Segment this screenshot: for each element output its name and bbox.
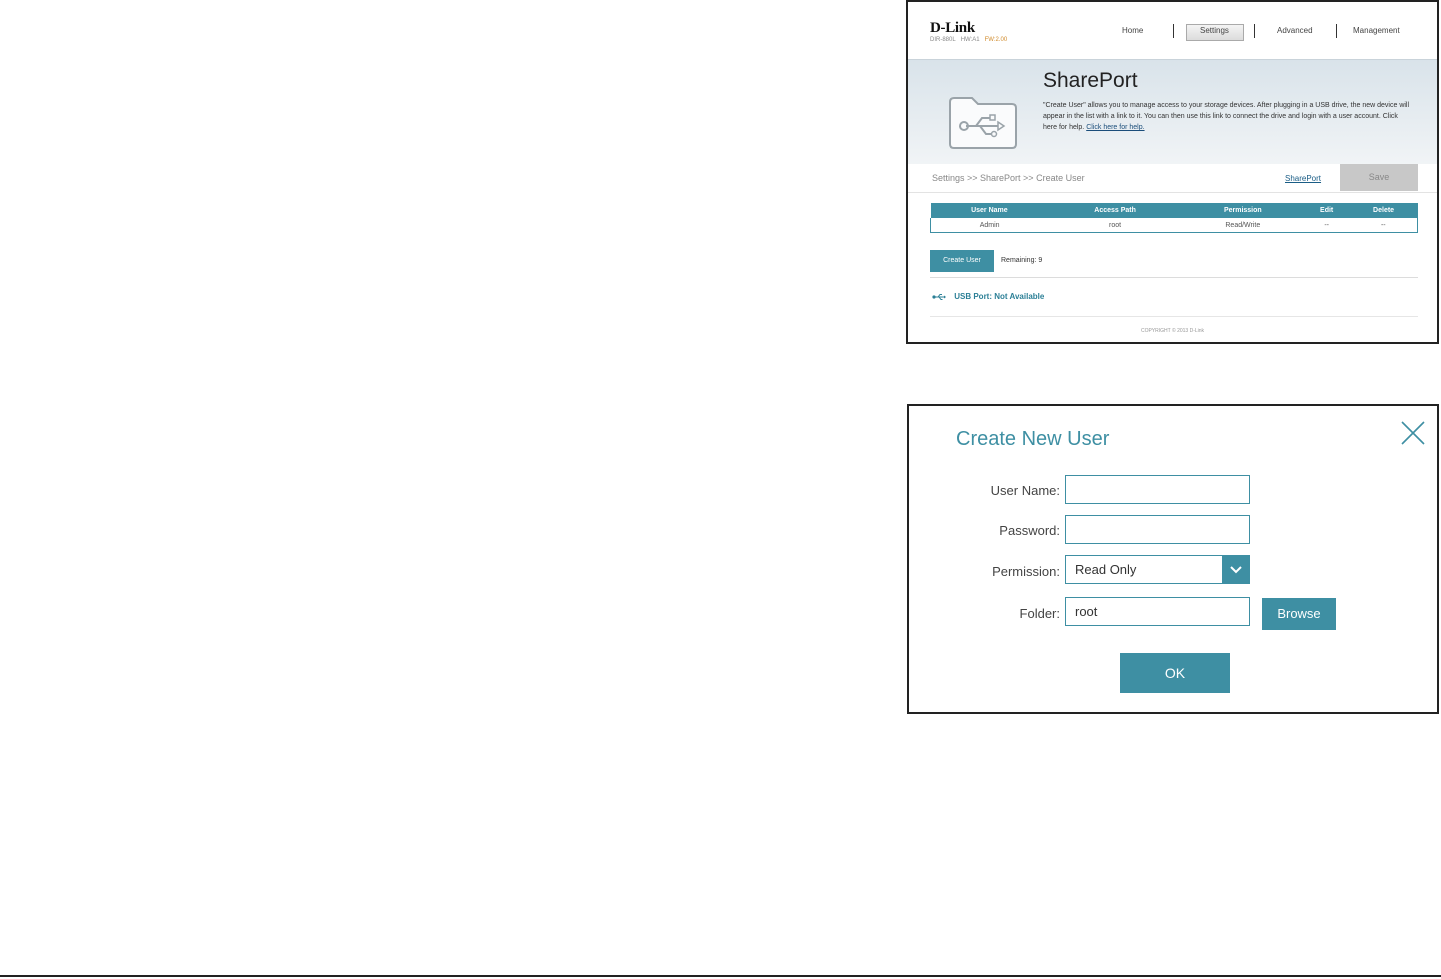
- ok-button[interactable]: OK: [1120, 653, 1230, 693]
- shareport-screenshot: D-Link DIR-880L HW:A1 FW:2.00 Home Setti…: [906, 0, 1439, 344]
- password-label: Password:: [999, 523, 1060, 538]
- divider: [930, 316, 1418, 317]
- col-delete: Delete: [1349, 203, 1418, 218]
- hw-version: HW:A1: [960, 37, 980, 43]
- shareport-link[interactable]: SharePort: [1285, 174, 1321, 183]
- usb-port-label: USB Port:: [954, 292, 993, 301]
- user-name-label: User Name:: [990, 483, 1060, 498]
- cell-access-path: root: [1048, 218, 1182, 233]
- permission-select[interactable]: Read Only: [1065, 555, 1250, 584]
- table-row: Admin root Read/Write -- --: [930, 218, 1418, 233]
- browse-button[interactable]: Browse: [1262, 598, 1336, 630]
- nav-divider: [1336, 24, 1337, 38]
- nav-settings[interactable]: Settings: [1200, 26, 1229, 35]
- cell-delete: --: [1349, 218, 1418, 233]
- usb-folder-icon: [949, 97, 1017, 149]
- nav-divider: [1173, 24, 1174, 38]
- cell-permission: Read/Write: [1181, 218, 1304, 233]
- col-access-path: Access Path: [1048, 203, 1182, 218]
- page-header: D-Link DIR-880L HW:A1 FW:2.00 Home Setti…: [908, 2, 1437, 59]
- dlink-logo: D-Link: [930, 20, 975, 36]
- col-user-name: User Name: [930, 203, 1049, 218]
- nav-management[interactable]: Management: [1353, 26, 1400, 35]
- create-user-dialog: Create New User User Name: Password: Per…: [907, 404, 1439, 714]
- col-edit: Edit: [1303, 203, 1350, 218]
- close-icon[interactable]: [1400, 420, 1426, 446]
- page-bottom-rule: [0, 975, 1441, 977]
- users-table: User Name Access Path Permission Edit De…: [930, 203, 1418, 233]
- usb-port-value: Not Available: [994, 292, 1045, 301]
- breadcrumb: Settings >> SharePort >> Create User: [932, 173, 1085, 183]
- permission-label: Permission:: [992, 564, 1060, 579]
- dialog-title: Create New User: [956, 428, 1110, 450]
- save-button[interactable]: Save: [1340, 164, 1418, 191]
- password-input[interactable]: [1065, 515, 1250, 544]
- nav-home[interactable]: Home: [1122, 26, 1143, 35]
- dropdown-toggle[interactable]: [1222, 555, 1250, 584]
- page-description: "Create User" allows you to manage acces…: [1043, 100, 1413, 133]
- device-model: DIR-880L HW:A1 FW:2.00: [930, 37, 1007, 43]
- page-title: SharePort: [1043, 69, 1138, 92]
- help-link[interactable]: Click here for help.: [1086, 124, 1144, 131]
- nav-divider: [1254, 24, 1255, 38]
- permission-selected-value: Read Only: [1075, 562, 1137, 577]
- fw-version: FW:2.00: [984, 37, 1008, 43]
- nav-advanced[interactable]: Advanced: [1277, 26, 1313, 35]
- usb-icon: [932, 293, 946, 300]
- usb-port-status: USB Port: Not Available: [932, 292, 1044, 301]
- breadcrumb-bar: Settings >> SharePort >> Create User Sha…: [908, 164, 1437, 193]
- divider: [930, 277, 1418, 278]
- folder-label: Folder:: [1019, 606, 1060, 621]
- model-name: DIR-880L: [930, 37, 956, 43]
- cell-user-name: Admin: [930, 218, 1049, 233]
- cell-edit: --: [1303, 218, 1350, 233]
- table-header-row: User Name Access Path Permission Edit De…: [930, 203, 1418, 218]
- shareport-banner: SharePort "Create User" allows you to ma…: [908, 59, 1437, 165]
- create-user-button[interactable]: Create User: [930, 250, 994, 272]
- copyright-text: COPYRIGHT © 2013 D-Link: [1140, 328, 1205, 334]
- col-permission: Permission: [1181, 203, 1304, 218]
- chevron-down-icon: [1230, 566, 1242, 574]
- remaining-count: Remaining: 9: [1001, 257, 1043, 264]
- user-name-input[interactable]: [1065, 475, 1250, 504]
- folder-input[interactable]: root: [1065, 597, 1250, 626]
